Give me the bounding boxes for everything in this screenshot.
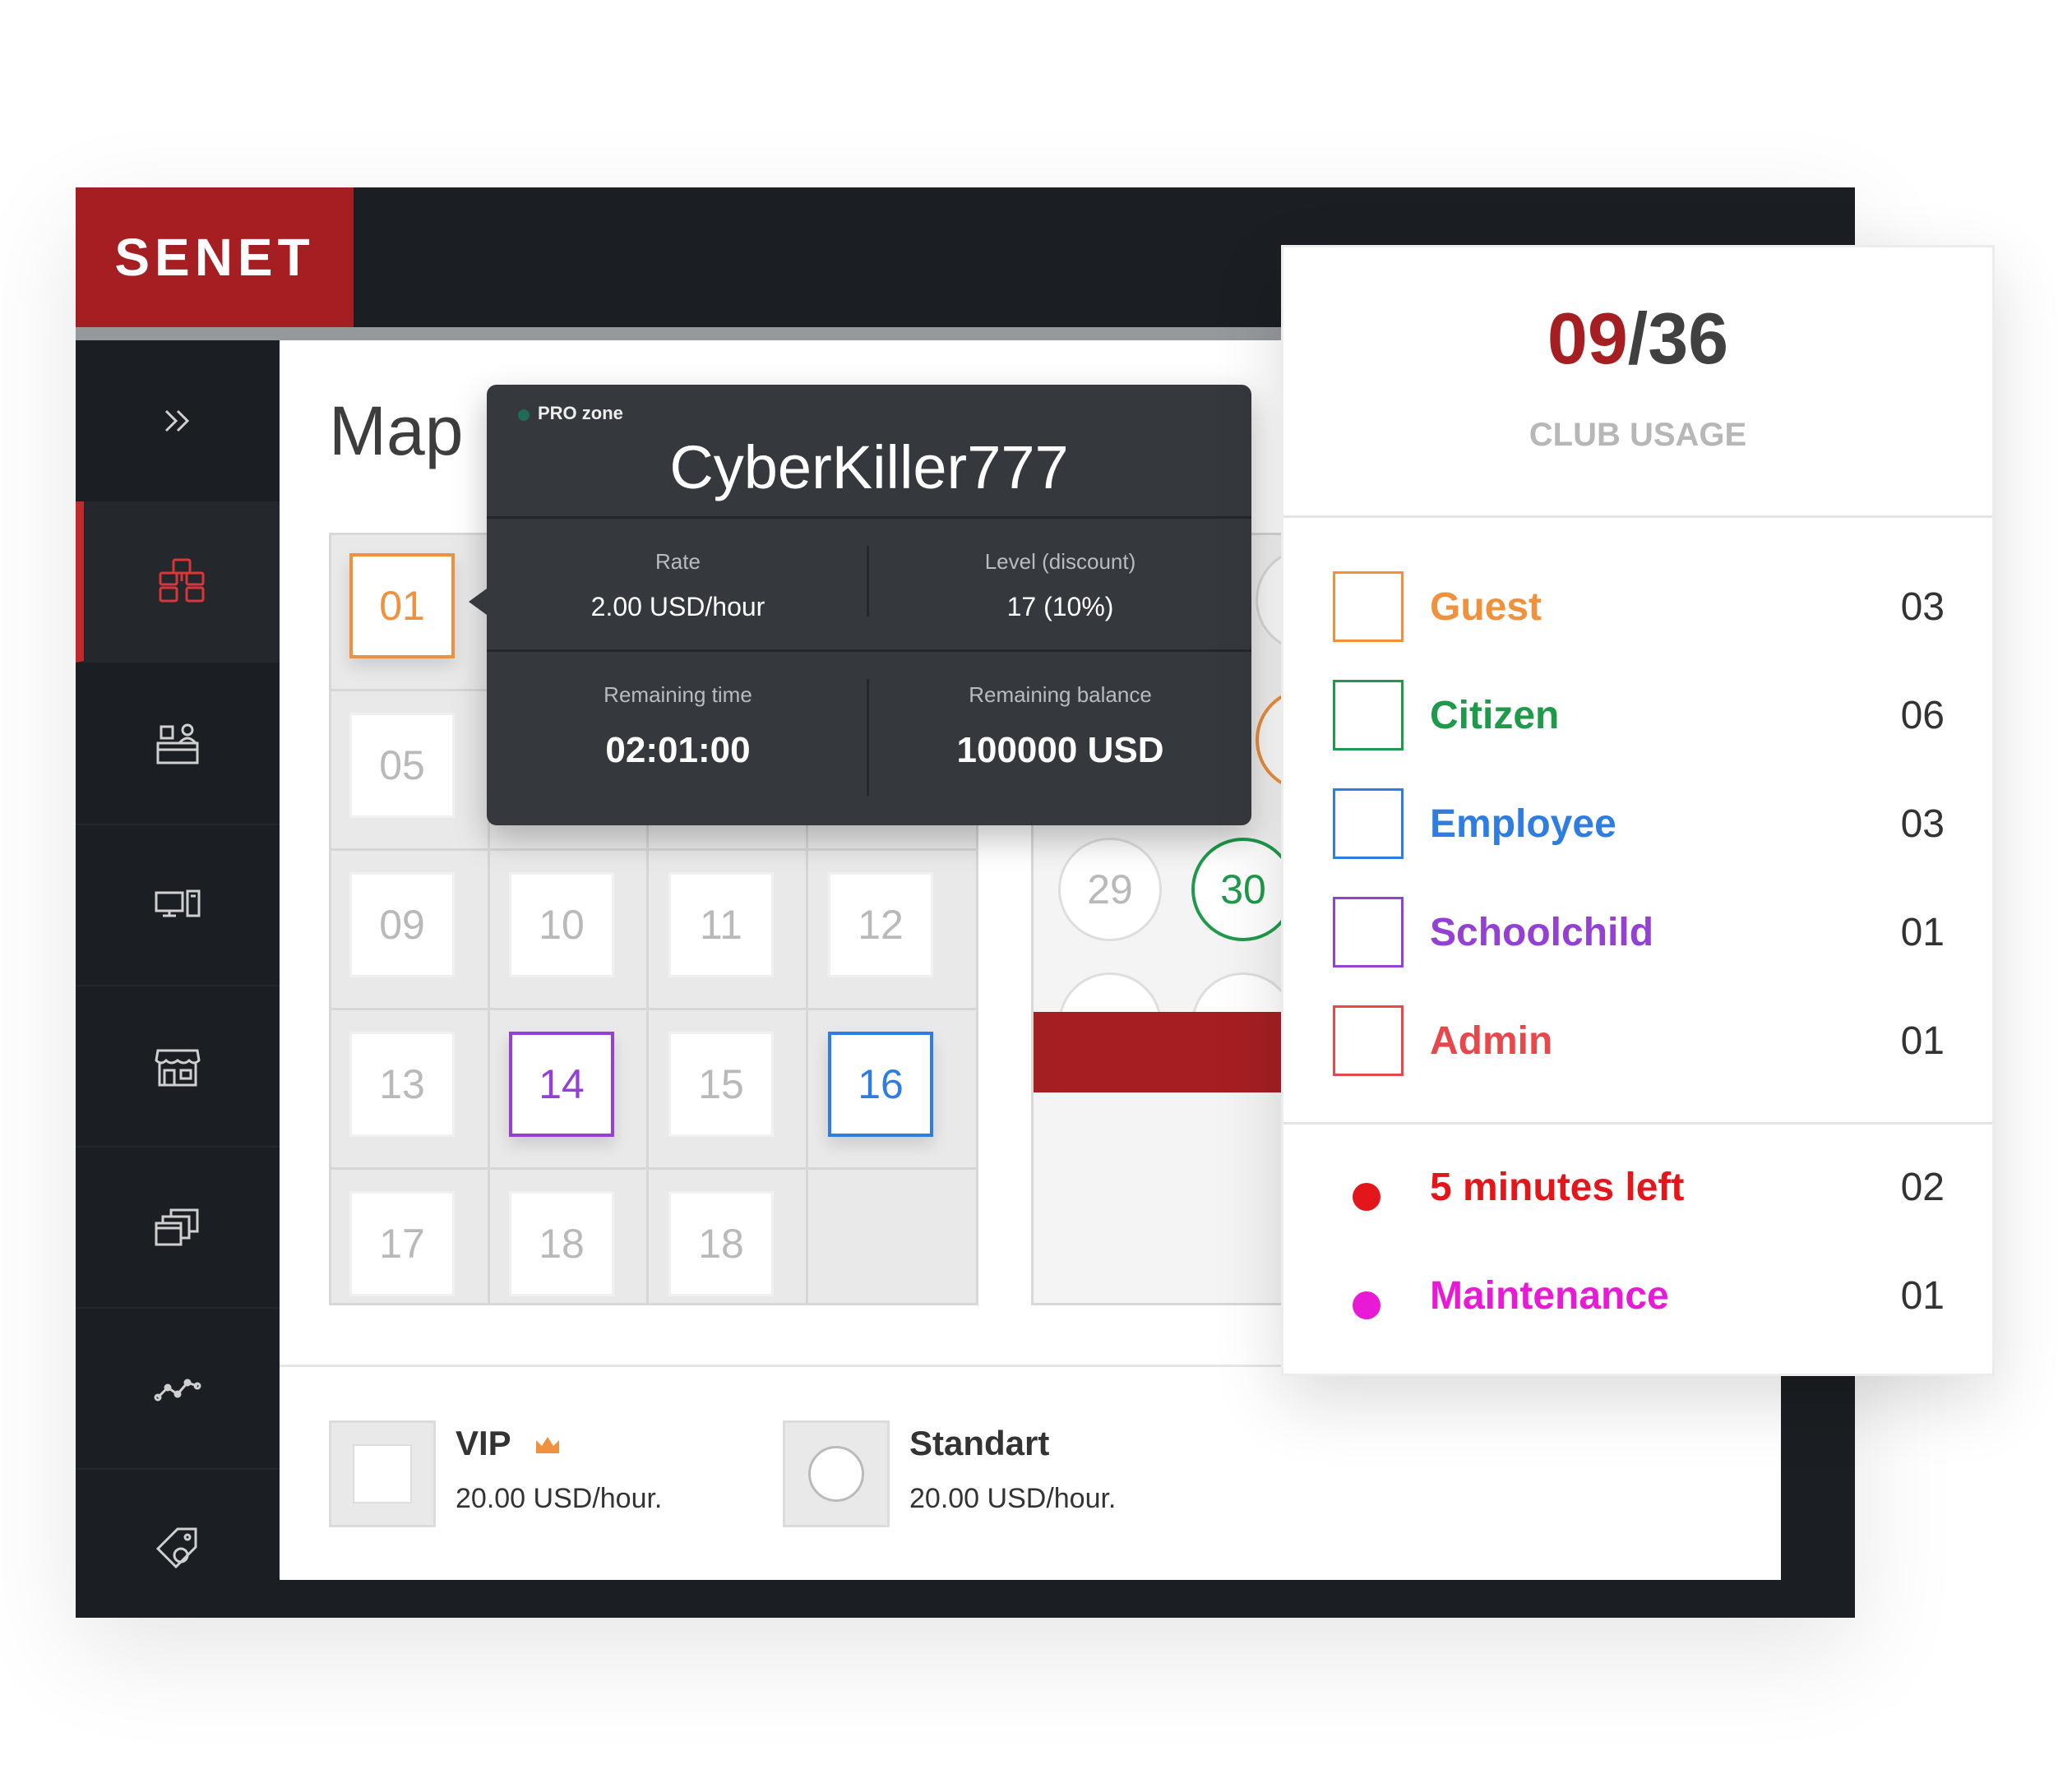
five-minutes-label: 5 minutes left <box>1430 1166 1685 1209</box>
senet-logo[interactable]: SENET <box>76 187 354 327</box>
five-minutes-dot <box>1353 1183 1381 1211</box>
seat-05[interactable]: 05 <box>349 713 455 818</box>
sidebar-item-computers[interactable] <box>76 824 280 986</box>
store-icon <box>155 1049 201 1087</box>
guest-label: Guest <box>1430 585 1542 629</box>
admin-label: Admin <box>1430 1019 1553 1063</box>
standart-zone-swatch[interactable] <box>783 1420 890 1527</box>
admin-count: 01 <box>1900 1019 1945 1063</box>
vip-zone-name: VIP <box>456 1424 511 1462</box>
tooltip-arrow <box>469 589 487 615</box>
sidebar-item-windows[interactable] <box>76 1146 280 1309</box>
club-usage-panel: 09/36 CLUB USAGE Guest 03 Citizen 06 Emp… <box>1281 245 1995 1376</box>
topbar-divider <box>76 327 1281 340</box>
sidebar-item-users[interactable] <box>76 663 280 825</box>
citizen-swatch <box>1333 680 1404 751</box>
zone-indicator-dot <box>518 409 530 421</box>
remaining-time-value: 02:01:00 <box>605 730 751 770</box>
employee-swatch <box>1333 788 1404 859</box>
usage-total: 36 <box>1648 298 1729 379</box>
grid-line <box>331 1008 976 1010</box>
seat-10[interactable]: 10 <box>509 872 614 977</box>
seat-11[interactable]: 11 <box>668 872 774 977</box>
five-minutes-count: 02 <box>1900 1166 1945 1209</box>
usage-counter: 09/36 <box>1283 297 1992 381</box>
seat-18[interactable]: 18 <box>509 1191 614 1296</box>
rate-value: 2.00 USD/hour <box>590 592 765 621</box>
sidebar <box>76 340 280 1618</box>
tooltip-divider <box>487 649 1251 652</box>
seat-18b[interactable]: 18 <box>668 1191 774 1296</box>
seat-13[interactable]: 13 <box>349 1032 455 1137</box>
schoolchild-label: Schoolchild <box>1430 911 1654 954</box>
sidebar-expand-button[interactable] <box>76 340 280 503</box>
round-seat-29[interactable]: 29 <box>1058 838 1162 941</box>
employee-label: Employee <box>1430 802 1616 846</box>
map-network-icon <box>159 558 205 603</box>
remaining-balance-value: 100000 USD <box>956 730 1164 770</box>
tooltip-divider <box>487 516 1251 519</box>
seat-16[interactable]: 16 <box>828 1032 933 1137</box>
schoolchild-swatch <box>1333 897 1404 968</box>
rate-label: Rate <box>655 549 701 574</box>
tooltip-zone-label: PRO zone <box>538 403 623 423</box>
analytics-line-icon <box>154 1379 201 1402</box>
standart-zone-name: Standart <box>909 1424 1050 1462</box>
crown-icon <box>536 1437 559 1453</box>
panel-divider <box>1283 1122 1992 1125</box>
seat-12[interactable]: 12 <box>828 872 933 977</box>
seat-15[interactable]: 15 <box>668 1032 774 1137</box>
player-tooltip: PRO zone CyberKiller777 Rate 2.00 USD/ho… <box>469 385 1251 825</box>
citizen-label: Citizen <box>1430 694 1560 737</box>
grid-line <box>331 1167 976 1170</box>
maintenance-count: 01 <box>1900 1274 1945 1318</box>
sidebar-item-analytics[interactable] <box>76 1307 280 1470</box>
remaining-balance-label: Remaining balance <box>969 682 1152 707</box>
sidebar-item-store[interactable] <box>76 985 280 1148</box>
seat-17[interactable]: 17 <box>349 1191 455 1296</box>
guest-swatch <box>1333 571 1404 642</box>
tag-settings-icon <box>155 1527 197 1569</box>
logo-text: SENET <box>114 228 315 287</box>
page-title: Map <box>329 392 464 469</box>
guest-count: 03 <box>1900 585 1945 629</box>
maintenance-label: Maintenance <box>1430 1274 1669 1318</box>
double-chevron-right-icon <box>164 409 190 432</box>
seat-01[interactable]: 01 <box>349 553 455 658</box>
level-value: 17 (10%) <box>1006 592 1114 621</box>
windows-stack-icon <box>155 1208 199 1246</box>
standart-zone-price: 20.00 USD/hour. <box>909 1483 1117 1514</box>
vip-zone-price: 20.00 USD/hour. <box>456 1483 663 1514</box>
employee-count: 03 <box>1900 802 1945 846</box>
vip-zone-swatch[interactable] <box>329 1420 436 1527</box>
users-desk-icon <box>156 723 199 764</box>
maintenance-dot <box>1353 1291 1381 1319</box>
seat-09[interactable]: 09 <box>349 872 455 977</box>
grid-line <box>331 848 976 851</box>
usage-used: 09 <box>1547 298 1628 379</box>
usage-label: CLUB USAGE <box>1529 417 1747 453</box>
sidebar-item-tags[interactable] <box>76 1468 280 1629</box>
schoolchild-count: 01 <box>1900 911 1945 954</box>
computers-icon <box>155 889 201 917</box>
panel-divider <box>1283 515 1992 518</box>
citizen-count: 06 <box>1900 694 1945 737</box>
round-seat-30[interactable]: 30 <box>1191 838 1295 941</box>
round-seat-shape <box>808 1446 864 1502</box>
tooltip-username: CyberKiller777 <box>669 433 1069 501</box>
sidebar-item-map[interactable] <box>76 501 280 663</box>
admin-swatch <box>1333 1005 1404 1076</box>
square-seat-shape <box>353 1444 412 1503</box>
usage-separator: / <box>1627 298 1649 379</box>
seat-14[interactable]: 14 <box>509 1032 614 1137</box>
level-label: Level (discount) <box>984 549 1136 574</box>
remaining-time-label: Remaining time <box>604 682 752 707</box>
